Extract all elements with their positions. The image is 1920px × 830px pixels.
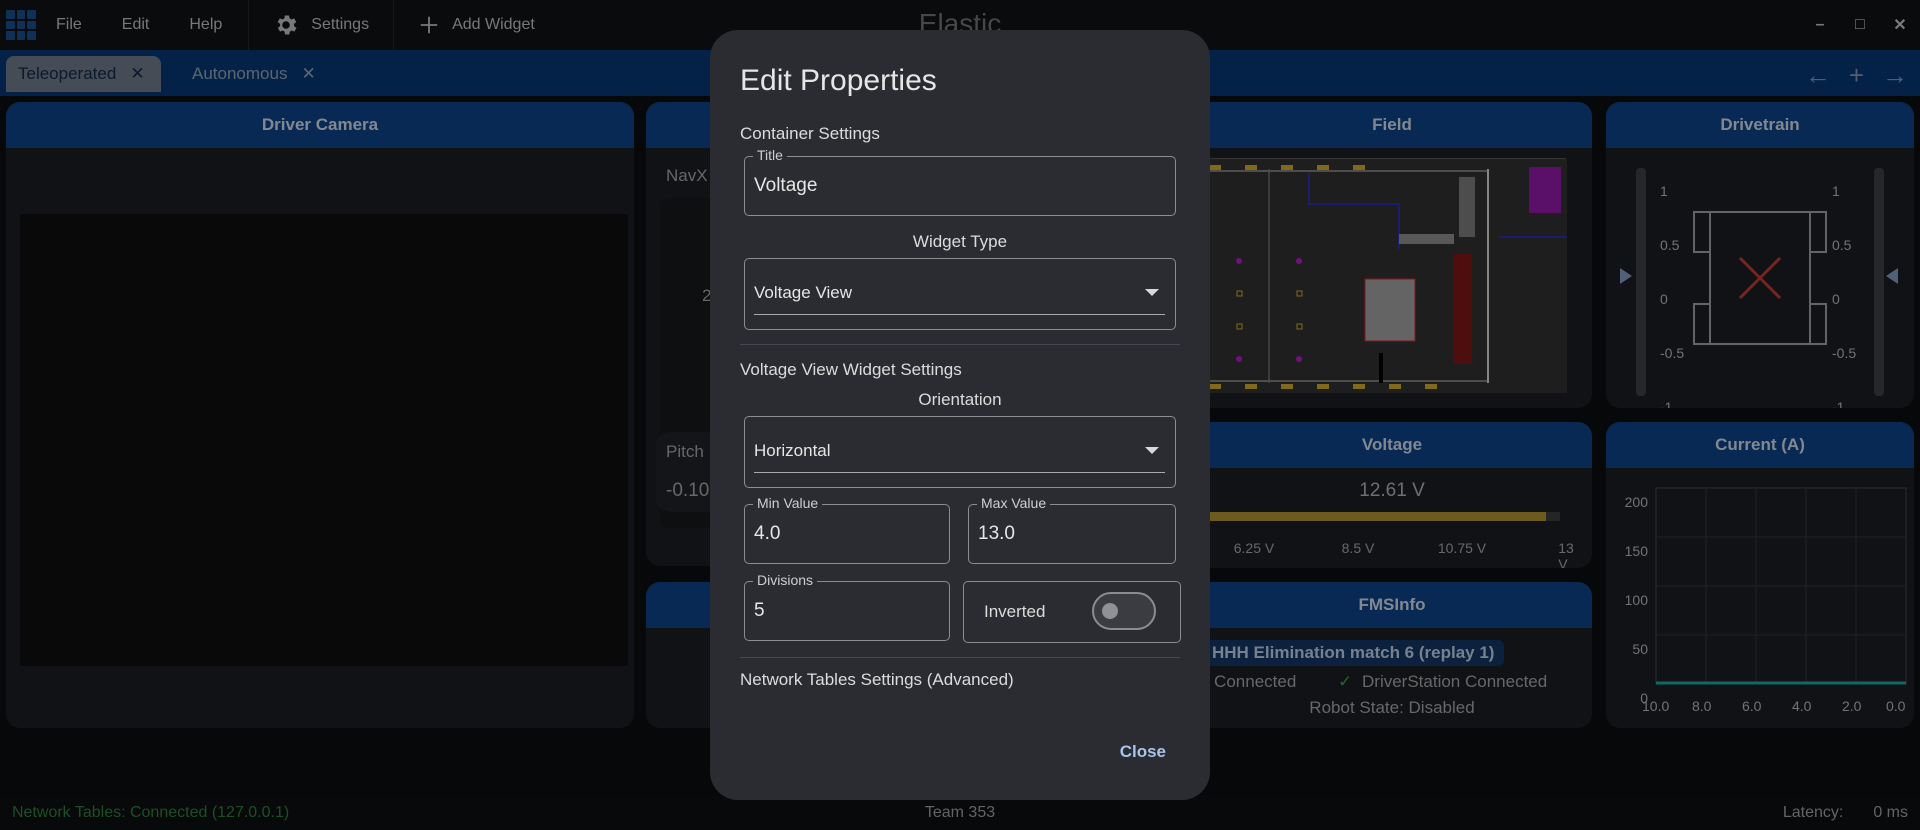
chevron-down-icon — [1145, 447, 1159, 454]
title-field-value: Voltage — [754, 175, 818, 196]
inverted-toggle[interactable] — [1092, 592, 1156, 630]
container-settings-heading: Container Settings — [740, 124, 880, 143]
close-button[interactable]: Close — [1120, 742, 1166, 762]
max-value-label: Max Value — [977, 495, 1051, 511]
title-field-label: Title — [753, 147, 787, 163]
divisions-field[interactable]: Divisions 5 — [744, 572, 950, 641]
orientation-value: Horizontal — [754, 441, 831, 460]
network-tables-heading[interactable]: Network Tables Settings (Advanced) — [740, 670, 1014, 690]
min-value: 4.0 — [754, 523, 781, 544]
edit-properties-dialog: Edit Properties Container Settings Title… — [710, 30, 1210, 800]
widget-settings-heading: Voltage View Widget Settings — [740, 360, 962, 379]
dialog-title: Edit Properties — [740, 64, 937, 97]
inverted-setting: Inverted — [963, 581, 1181, 643]
divider — [740, 344, 1180, 345]
dropdown-underline — [754, 472, 1165, 473]
divisions-label: Divisions — [753, 572, 818, 588]
widget-type-value: Voltage View — [754, 283, 852, 302]
max-value: 13.0 — [978, 523, 1015, 544]
dropdown-underline — [754, 314, 1165, 315]
toggle-knob — [1102, 603, 1118, 619]
max-value-field[interactable]: Max Value 13.0 — [968, 495, 1176, 564]
chevron-down-icon — [1145, 289, 1159, 296]
min-value-field[interactable]: Min Value 4.0 — [744, 495, 950, 564]
divisions-value: 5 — [754, 600, 765, 621]
inverted-label: Inverted — [984, 602, 1046, 621]
title-field[interactable]: Title Voltage — [744, 147, 1176, 216]
orientation-dropdown[interactable]: Horizontal — [744, 416, 1176, 488]
widget-type-dropdown[interactable]: Voltage View — [744, 258, 1176, 330]
widget-type-label: Widget Type — [912, 232, 1008, 251]
divider — [740, 657, 1180, 658]
min-value-label: Min Value — [753, 495, 823, 511]
orientation-label: Orientation — [918, 390, 1002, 409]
